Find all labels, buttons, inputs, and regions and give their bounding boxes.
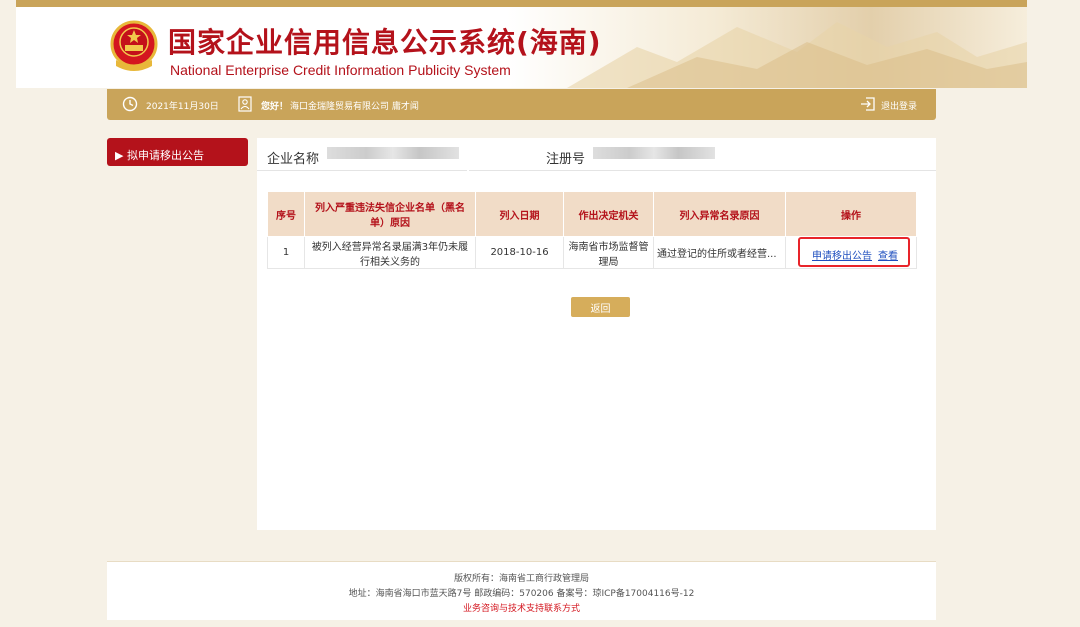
- field-divider: [257, 170, 467, 171]
- back-button[interactable]: 返回: [571, 297, 630, 317]
- table-header-row: 序号 列入严重违法失信企业名单（黑名单）原因 列入日期 作出决定机关 列入异常名…: [267, 191, 917, 237]
- sidebar-item-apply-removal-notice[interactable]: ▶ 拟申请移出公告: [107, 138, 248, 166]
- footer-copyright: 版权所有：海南省工商行政管理局: [453, 574, 589, 584]
- column-header: 列入严重违法失信企业名单（黑名单）原因: [304, 191, 476, 237]
- logged-in-company: 海口金瑞隆贸易有限公司 庸才闻: [290, 102, 419, 112]
- row-index: 1: [267, 236, 305, 269]
- site-title-en: National Enterprise Credit Information P…: [170, 62, 511, 78]
- row-authority: 海南省市场监督管理局: [563, 236, 654, 269]
- registration-number-label: 注册号: [546, 152, 586, 167]
- column-header: 列入日期: [475, 191, 564, 237]
- footer-address: 地址：海南省海口市蓝天路7号 邮政编码：570206 备案号：琼ICP备1700…: [348, 589, 695, 599]
- registration-number-value-redacted: [593, 147, 715, 159]
- logout-icon[interactable]: [860, 96, 876, 112]
- top-accent-bar: [16, 0, 1027, 7]
- field-divider: [469, 170, 936, 171]
- user-info-bar: 2021年11月30日 您好！ 海口金瑞隆贸易有限公司 庸才闻 退出登录: [107, 89, 936, 120]
- national-emblem-icon: [110, 20, 158, 71]
- column-header: 作出决定机关: [563, 191, 654, 237]
- column-header: 列入异常名录原因: [653, 191, 786, 237]
- column-header: 序号: [267, 191, 305, 237]
- row-date: 2018-10-16: [475, 236, 564, 269]
- apply-removal-link[interactable]: 申请移出公告: [812, 247, 872, 262]
- row-abnormal-reason: 通过登记的住所或者经营...: [653, 236, 786, 269]
- clock-icon: [122, 96, 138, 112]
- row-reason: 被列入经营异常名录届满3年仍未履行相关义务的: [304, 236, 476, 269]
- enterprise-name-value-redacted: [327, 147, 459, 159]
- current-date: 2021年11月30日: [146, 102, 219, 112]
- site-footer: 版权所有：海南省工商行政管理局 地址：海南省海口市蓝天路7号 邮政编码：5702…: [107, 561, 936, 620]
- enterprise-name-label: 企业名称: [267, 152, 320, 167]
- actions-highlight-box: 申请移出公告 查看: [798, 237, 910, 267]
- user-card-icon: [238, 96, 252, 112]
- greeting-text: 您好！: [261, 102, 289, 112]
- footer-support-link[interactable]: 业务咨询与技术支持联系方式: [107, 601, 936, 614]
- sidebar-item-label: ▶ 拟申请移出公告: [115, 149, 204, 162]
- logout-link[interactable]: 退出登录: [881, 99, 917, 112]
- main-content-panel: 企业名称 注册号 序号 列入严重违法失信企业名单（黑名单）原因 列入日期 作出决…: [257, 138, 936, 530]
- site-title-cn: 国家企业信用信息公示系统(海南): [168, 26, 602, 59]
- column-header: 操作: [785, 191, 917, 237]
- site-header: 国家企业信用信息公示系统(海南) National Enterprise Cre…: [16, 7, 1027, 88]
- view-link[interactable]: 查看: [878, 247, 898, 262]
